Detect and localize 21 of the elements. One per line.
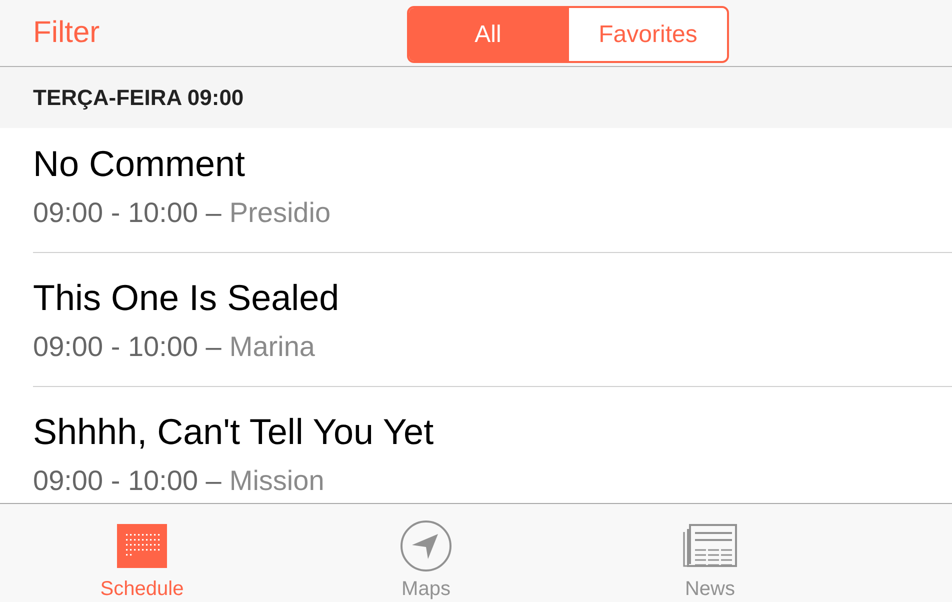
calendar-icon bbox=[117, 524, 167, 568]
newspaper-icon bbox=[682, 524, 738, 568]
filter-button[interactable]: Filter bbox=[33, 16, 100, 50]
session-row[interactable]: Shhhh, Can't Tell You Yet 09:00 - 10:00 – Mission bbox=[33, 387, 952, 503]
session-time: 09:00 - 10:00 – bbox=[33, 330, 222, 364]
session-title: Shhhh, Can't Tell You Yet bbox=[33, 410, 434, 454]
tab-bar-item[interactable]: News bbox=[568, 504, 852, 602]
tab-bar-item[interactable]: Maps bbox=[284, 504, 568, 602]
section-header-title: TERÇA-FEIRA 09:00 bbox=[33, 84, 244, 110]
session-row[interactable]: No Comment 09:00 - 10:00 – Presidio bbox=[33, 128, 952, 253]
session-location: Mission bbox=[229, 464, 324, 498]
session-time: 09:00 - 10:00 – bbox=[33, 464, 222, 498]
session-location: Marina bbox=[229, 330, 315, 364]
segment-tab[interactable]: All bbox=[409, 8, 567, 61]
tab-bar-item[interactable]: Schedule bbox=[0, 504, 284, 602]
session-location: Presidio bbox=[229, 196, 331, 230]
session-title: No Comment bbox=[33, 142, 246, 186]
segment-tab[interactable]: Favorites bbox=[567, 8, 727, 61]
session-time: 09:00 - 10:00 – bbox=[33, 196, 222, 230]
session-row[interactable]: This One Is Sealed 09:00 - 10:00 – Marina bbox=[33, 253, 952, 387]
session-title: This One Is Sealed bbox=[33, 276, 340, 320]
